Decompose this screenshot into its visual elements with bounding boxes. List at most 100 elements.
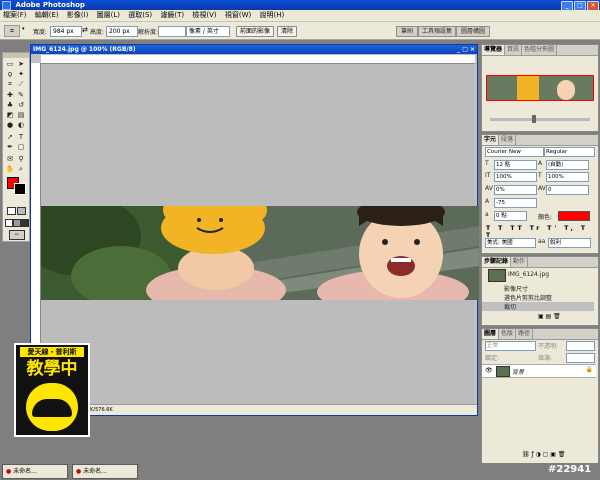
zoom-slider-handle[interactable]: [532, 115, 536, 123]
screen-mode-standard-icon[interactable]: [5, 219, 13, 227]
navigator-thumbnail[interactable]: [486, 75, 594, 101]
tracking-select[interactable]: 0: [546, 185, 589, 195]
tab-paragraph[interactable]: 段落: [499, 135, 517, 145]
tab-actions[interactable]: 動作: [511, 257, 529, 267]
text-color-swatch[interactable]: [558, 211, 590, 221]
layer-name[interactable]: 背景: [512, 367, 524, 376]
faux-style-buttons[interactable]: T T TT Tr T' T, T T: [486, 225, 594, 239]
move-tool-icon[interactable]: ➤: [16, 60, 26, 69]
menu-window[interactable]: 視窗(W): [222, 11, 254, 19]
tab-history[interactable]: 步驟記錄: [482, 257, 512, 267]
tab-character[interactable]: 字元: [482, 135, 500, 145]
width-input[interactable]: 984 px: [50, 26, 82, 37]
history-brush-tool-icon[interactable]: ↺: [16, 101, 26, 110]
menu-file[interactable]: 檔案(F): [0, 11, 30, 19]
zoom-slider[interactable]: [490, 118, 590, 121]
height-input[interactable]: 200 px: [106, 26, 138, 37]
type-tool-icon[interactable]: T: [16, 133, 26, 142]
front-image-button[interactable]: 前面的影像: [236, 26, 274, 37]
history-snapshot-thumbnail[interactable]: [488, 269, 506, 282]
horizontal-scale-input[interactable]: 100%: [546, 172, 589, 182]
layer-row[interactable]: 👁 背景 🔒: [482, 364, 596, 378]
quick-mask-mode-icon[interactable]: [17, 207, 26, 215]
toolbox-grip[interactable]: [3, 53, 29, 58]
history-item[interactable]: 影像尺寸: [482, 284, 594, 293]
menu-edit[interactable]: 編輯(E): [32, 11, 62, 19]
leading-select[interactable]: (自動): [546, 160, 589, 170]
menu-filter[interactable]: 濾鏡(T): [157, 11, 187, 19]
standard-mode-icon[interactable]: [7, 207, 16, 215]
kerning-select[interactable]: 0%: [494, 185, 537, 195]
tab-channels[interactable]: 色版: [499, 329, 517, 339]
menu-image[interactable]: 影像(I): [64, 11, 92, 19]
history-snapshot-name[interactable]: IMG_6124.jpg: [508, 271, 549, 278]
baseline-shift-input[interactable]: 0 點: [494, 211, 527, 221]
zoom-tool-icon[interactable]: ⌕: [16, 165, 26, 174]
screen-mode-full-icon[interactable]: [21, 219, 29, 227]
chevron-down-icon[interactable]: ▾: [22, 26, 28, 34]
crop-tool-icon[interactable]: ⌗: [4, 25, 20, 37]
clear-button[interactable]: 清除: [277, 26, 297, 37]
opacity-input[interactable]: [566, 341, 595, 351]
eraser-tool-icon[interactable]: ◩: [5, 111, 15, 120]
magic-wand-tool-icon[interactable]: ✦: [16, 70, 26, 79]
history-footer-icons[interactable]: ▣ ▤ 🗑: [538, 313, 561, 320]
anti-alias-select[interactable]: 銳利: [548, 238, 591, 248]
slice-tool-icon[interactable]: ⟋: [16, 80, 26, 89]
screen-mode-full-menu-icon[interactable]: [13, 219, 21, 227]
font-size-select[interactable]: 12 點: [494, 160, 537, 170]
layers-footer-icons[interactable]: ⛓ ƒ ◑ ▢ ▣ 🗑: [522, 451, 565, 458]
crop-tool-box-icon[interactable]: ⌗: [5, 80, 15, 89]
healing-brush-tool-icon[interactable]: ✚: [5, 91, 15, 100]
layers-tabs: 圖層 色版 路徑: [482, 329, 598, 340]
marquee-tool-icon[interactable]: ▭: [5, 60, 15, 69]
pen-tool-icon[interactable]: ✒: [5, 143, 15, 152]
tab-layers[interactable]: 圖層: [482, 329, 500, 339]
background-color-swatch[interactable]: [14, 183, 26, 195]
unit-select[interactable]: 像素 / 英寸: [186, 26, 230, 37]
hand-tool-icon[interactable]: ✋: [5, 165, 15, 174]
taskbar-item[interactable]: ● 未命名...: [2, 464, 68, 479]
brush-tool-icon[interactable]: ✎: [16, 91, 26, 100]
gradient-tool-icon[interactable]: ▤: [16, 111, 26, 120]
taskbar-item[interactable]: ● 未命名...: [72, 464, 138, 479]
clone-stamp-tool-icon[interactable]: ♣: [5, 101, 15, 110]
lasso-tool-icon[interactable]: ϙ: [5, 70, 15, 79]
eyedropper-tool-icon[interactable]: ⚲: [16, 155, 26, 164]
language-select[interactable]: 美式: 美國: [485, 238, 536, 248]
document-window-buttons[interactable]: _ □ ×: [457, 45, 475, 54]
swap-icon[interactable]: ⇄: [82, 26, 88, 34]
baseline-select[interactable]: -75: [494, 198, 537, 208]
kerning-icon: AV: [485, 185, 493, 192]
menu-view[interactable]: 檢視(V): [189, 11, 219, 19]
fill-label: 填滿:: [538, 355, 553, 362]
tab-histogram[interactable]: 色階分佈圖: [522, 45, 558, 55]
jump-to-imageready-icon[interactable]: ⇨: [9, 230, 25, 240]
shape-tool-icon[interactable]: ▢: [16, 143, 26, 152]
font-family-select[interactable]: Courier New: [485, 147, 544, 157]
tab-info[interactable]: 資訊: [505, 45, 523, 55]
menu-layer[interactable]: 圖層(L): [94, 11, 123, 19]
blend-mode-select[interactable]: 正常: [485, 341, 536, 351]
tab-paths[interactable]: 路徑: [516, 329, 534, 339]
dodge-tool-icon[interactable]: ◐: [16, 121, 26, 130]
color-label: 顏色:: [538, 214, 553, 221]
tab-navigator[interactable]: 導覽器: [482, 45, 506, 55]
fill-input[interactable]: [566, 353, 595, 363]
menu-help[interactable]: 說明(H): [256, 11, 287, 19]
path-selection-tool-icon[interactable]: ➚: [5, 133, 15, 142]
baseline-icon: A: [485, 198, 490, 205]
canvas-area[interactable]: [41, 64, 479, 404]
history-item[interactable]: 選色片剪剪比調整: [482, 293, 594, 302]
tool-presets-well-tab[interactable]: 工具預設集: [418, 26, 456, 37]
blur-tool-icon[interactable]: ●: [5, 121, 15, 130]
history-item-active[interactable]: 裁切: [482, 302, 594, 311]
resolution-input[interactable]: [158, 26, 186, 37]
menu-select[interactable]: 選取(S): [125, 11, 155, 19]
font-style-select[interactable]: Regular: [544, 147, 595, 157]
vertical-scale-input[interactable]: 100%: [494, 172, 537, 182]
notes-tool-icon[interactable]: ✉: [5, 155, 15, 164]
eye-icon[interactable]: 👁: [485, 367, 493, 374]
brushes-well-tab[interactable]: 筆刷: [396, 26, 418, 37]
layer-comps-well-tab[interactable]: 圖層構圖: [456, 26, 490, 37]
